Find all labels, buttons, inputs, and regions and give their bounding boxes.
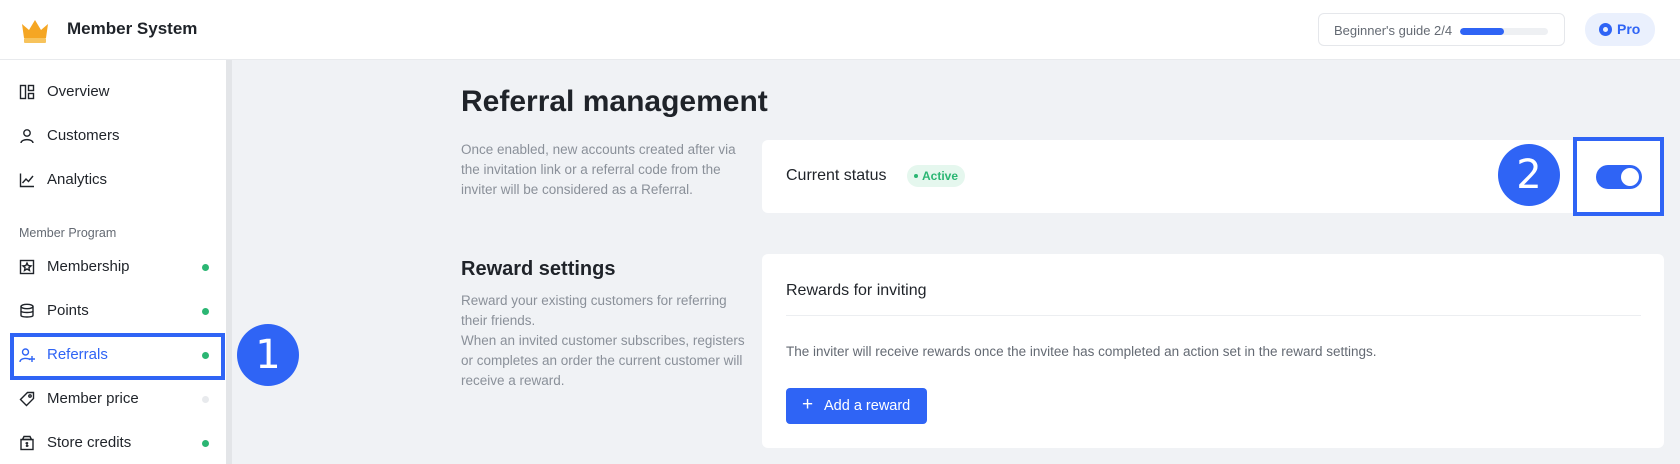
status-dot xyxy=(202,440,209,447)
sidebar-item-member-price[interactable]: Member price xyxy=(10,379,224,419)
sidebar-item-customers[interactable]: Customers xyxy=(10,116,224,156)
sidebar-item-label: Overview xyxy=(47,83,110,100)
coins-icon xyxy=(20,303,34,318)
divider xyxy=(786,315,1641,316)
section-label-member-program: Member Program xyxy=(19,226,117,240)
plus-icon: + xyxy=(802,394,814,415)
sidebar-item-label: Points xyxy=(47,302,89,319)
guide-progress-bar xyxy=(1460,28,1548,35)
toggle-knob xyxy=(1621,168,1639,186)
guide-progress-fill xyxy=(1460,28,1504,35)
wallet-icon xyxy=(20,435,34,451)
badge-icon xyxy=(19,259,35,275)
rewards-card: Rewards for inviting The inviter will re… xyxy=(762,254,1664,448)
status-dot xyxy=(202,264,209,271)
beginners-guide[interactable]: Beginner's guide 2/4 xyxy=(1318,13,1565,46)
pro-button[interactable]: Pro xyxy=(1585,13,1655,46)
add-reward-button[interactable]: + Add a reward xyxy=(786,388,927,424)
sidebar-item-points[interactable]: Points xyxy=(10,291,224,331)
sidebar-item-membership[interactable]: Membership xyxy=(10,247,224,287)
add-reward-label: Add a reward xyxy=(824,398,911,414)
top-bar: Member System Beginner's guide 2/4 Pro xyxy=(0,0,1680,60)
pro-label: Pro xyxy=(1617,21,1641,37)
guide-label: Beginner's guide 2/4 xyxy=(1334,23,1453,38)
sidebar-item-analytics[interactable]: Analytics xyxy=(10,160,224,200)
sidebar-item-label: Member price xyxy=(47,390,139,407)
highlight-referrals xyxy=(10,333,225,380)
page-title: Referral management xyxy=(461,85,768,118)
sidebar-item-label: Store credits xyxy=(47,434,132,451)
sidebar-item-label: Membership xyxy=(47,258,130,275)
sidebar-item-label: Analytics xyxy=(47,171,108,188)
intro-description: Once enabled, new accounts created after… xyxy=(461,142,736,197)
app-title: Member System xyxy=(67,19,198,38)
step-1-marker: 1 xyxy=(237,324,299,386)
sidebar: Overview Customers Analytics Member Prog… xyxy=(0,60,226,464)
rewards-heading: Rewards for inviting xyxy=(786,282,927,299)
sidebar-item-overview[interactable]: Overview xyxy=(10,72,224,112)
reward-description-1: Reward your existing customers for refer… xyxy=(461,293,727,328)
sidebar-item-label: Customers xyxy=(47,127,120,144)
user-icon xyxy=(20,129,34,144)
status-dot xyxy=(202,308,209,315)
pro-icon xyxy=(1599,23,1612,36)
status-dot xyxy=(202,396,209,403)
reward-description-2: When an invited customer subscribes, reg… xyxy=(461,333,745,388)
sidebar-item-store-credits[interactable]: Store credits xyxy=(10,423,224,463)
tag-icon xyxy=(19,391,35,407)
step-2-marker: 2 xyxy=(1498,144,1560,206)
status-toggle[interactable] xyxy=(1596,165,1642,189)
rewards-description: The inviter will receive rewards once th… xyxy=(786,344,1377,359)
reward-settings-title: Reward settings xyxy=(461,258,616,280)
sidebar-scrollbar[interactable] xyxy=(226,60,232,464)
overview-icon xyxy=(19,84,35,100)
status-badge: Active xyxy=(907,165,966,187)
chart-line-icon xyxy=(19,173,34,188)
crown-icon xyxy=(22,20,48,43)
current-status-label: Current status xyxy=(786,167,887,184)
